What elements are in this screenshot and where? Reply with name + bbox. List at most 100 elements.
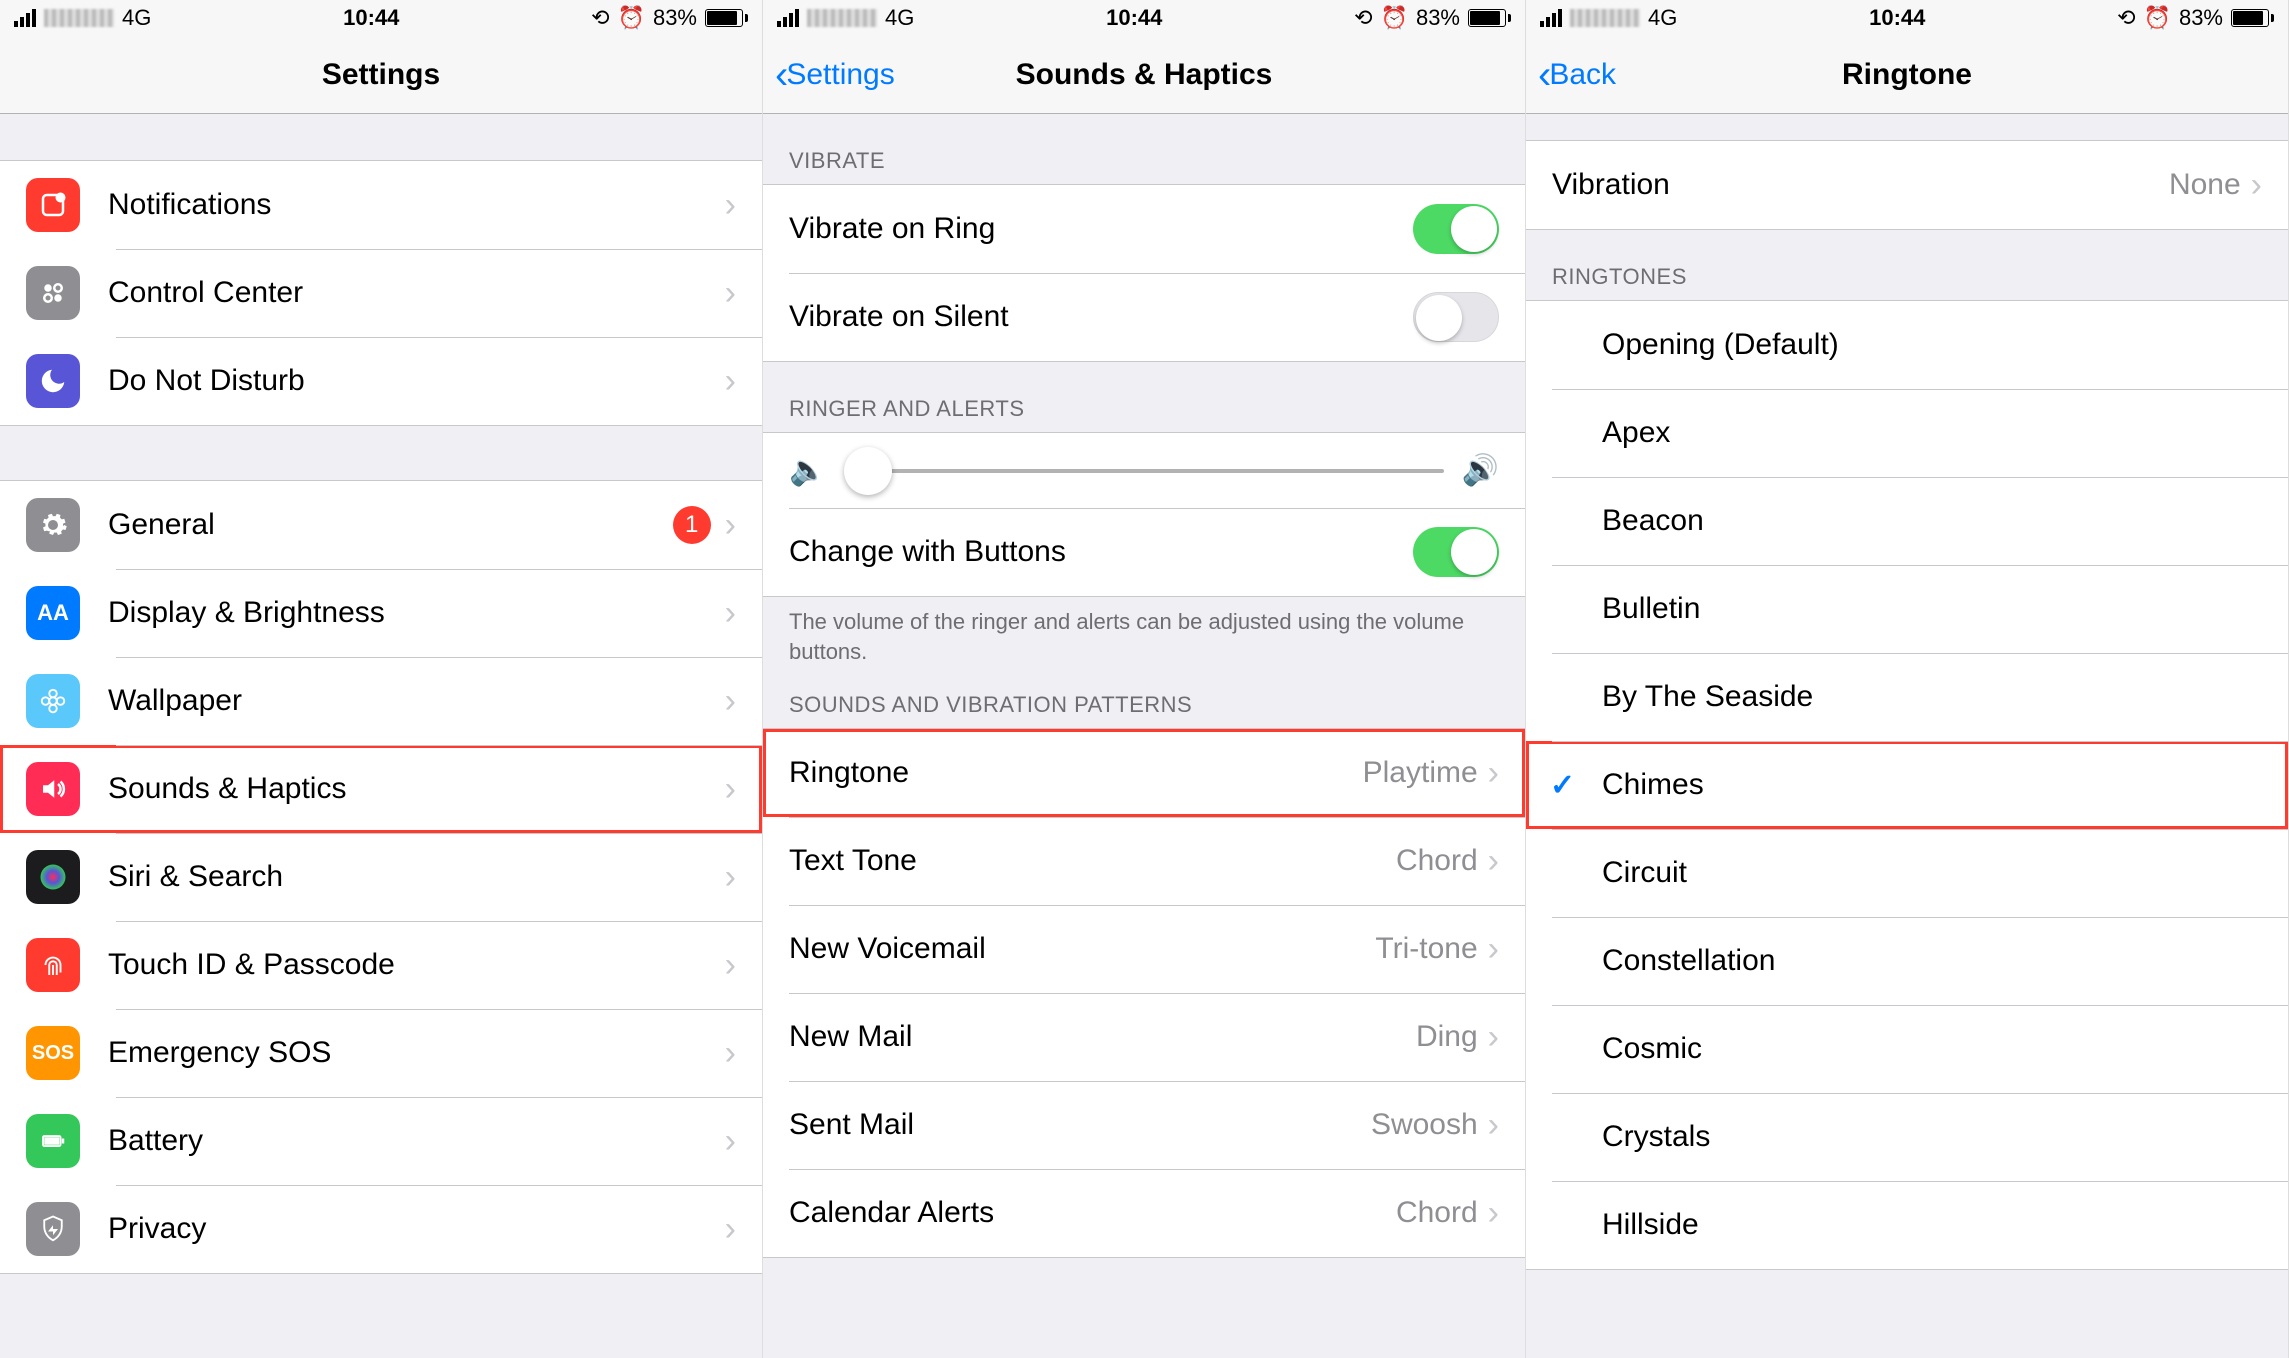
page-title: Ringtone xyxy=(1526,58,2288,92)
row-label: Notifications xyxy=(108,188,725,222)
pattern-row-ringtone[interactable]: RingtonePlaytime› xyxy=(763,729,1525,817)
row-label: New Mail xyxy=(789,1020,1416,1054)
row-label: Hillside xyxy=(1602,1208,2262,1242)
chevron-right-icon: › xyxy=(725,362,736,401)
pattern-row-calendar-alerts[interactable]: Calendar AlertsChord› xyxy=(763,1169,1525,1257)
battery-pct: 83% xyxy=(1416,5,1460,31)
settings-row-wallpaper[interactable]: Wallpaper› xyxy=(0,657,762,745)
battery-icon xyxy=(26,1114,80,1168)
chevron-right-icon: › xyxy=(725,1122,736,1161)
chevron-right-icon: › xyxy=(725,682,736,721)
settings-row-siri-search[interactable]: Siri & Search› xyxy=(0,833,762,921)
row-label: Siri & Search xyxy=(108,860,725,894)
battery-icon xyxy=(2231,9,2274,27)
settings-row-general[interactable]: General1› xyxy=(0,481,762,569)
row-label: Wallpaper xyxy=(108,684,725,718)
settings-row-privacy[interactable]: Privacy› xyxy=(0,1185,762,1273)
row-label: Text Tone xyxy=(789,844,1396,878)
alarm-icon: ⏰ xyxy=(2144,5,2171,31)
settings-row-display-brightness[interactable]: AADisplay & Brightness› xyxy=(0,569,762,657)
carrier-blur xyxy=(807,9,877,27)
pattern-row-text-tone[interactable]: Text ToneChord› xyxy=(763,817,1525,905)
status-time: 10:44 xyxy=(343,5,399,31)
chevron-right-icon: › xyxy=(1488,754,1499,793)
back-button[interactable]: ‹ Back xyxy=(1526,55,1616,95)
change-with-buttons-toggle[interactable] xyxy=(1413,527,1499,577)
ringer-volume-row[interactable]: 🔈 🔊 xyxy=(763,433,1525,508)
row-label: Constellation xyxy=(1602,944,2262,978)
row-label: Circuit xyxy=(1602,856,2262,890)
row-detail: Ding xyxy=(1416,1020,1478,1054)
battery-pct: 83% xyxy=(2179,5,2223,31)
vibration-row[interactable]: Vibration None › xyxy=(1526,141,2288,229)
cc-icon xyxy=(26,266,80,320)
battery-pct: 83% xyxy=(653,5,697,31)
chevron-right-icon: › xyxy=(725,594,736,633)
row-detail: Tri-tone xyxy=(1375,932,1477,966)
volume-low-icon: 🔈 xyxy=(789,453,826,488)
vibrate-on-ring-toggle[interactable] xyxy=(1413,204,1499,254)
back-button[interactable]: ‹ Settings xyxy=(763,55,895,95)
ringtone-row-hillside[interactable]: Hillside xyxy=(1526,1181,2288,1269)
network-type: 4G xyxy=(122,5,151,31)
settings-row-notifications[interactable]: Notifications› xyxy=(0,161,762,249)
ringtone-row-by-the-seaside[interactable]: By The Seaside xyxy=(1526,653,2288,741)
pattern-row-new-voicemail[interactable]: New VoicemailTri-tone› xyxy=(763,905,1525,993)
row-label: Sent Mail xyxy=(789,1108,1371,1142)
settings-row-control-center[interactable]: Control Center› xyxy=(0,249,762,337)
row-label: Crystals xyxy=(1602,1120,2262,1154)
ringtone-row-chimes[interactable]: ✓Chimes xyxy=(1526,741,2288,829)
display-icon: AA xyxy=(26,586,80,640)
sounds-haptics-screen: 4G 10:44 ⟲ ⏰ 83% ‹ Settings Sounds & Hap… xyxy=(763,0,1526,1358)
pattern-row-new-mail[interactable]: New MailDing › xyxy=(763,993,1525,1081)
row-label: Vibrate on Ring xyxy=(789,212,1413,246)
section-header-vibrate: VIBRATE xyxy=(763,114,1525,184)
row-label: Ringtone xyxy=(789,756,1363,790)
settings-row-battery[interactable]: Battery› xyxy=(0,1097,762,1185)
settings-row-do-not-disturb[interactable]: Do Not Disturb› xyxy=(0,337,762,425)
row-label: Vibrate on Silent xyxy=(789,300,1413,334)
ringtone-row-bulletin[interactable]: Bulletin xyxy=(1526,565,2288,653)
chevron-right-icon: › xyxy=(725,274,736,313)
chevron-right-icon: › xyxy=(1488,1194,1499,1233)
battery-icon xyxy=(705,9,748,27)
settings-row-sounds-haptics[interactable]: Sounds & Haptics› xyxy=(0,745,762,833)
ringtone-screen: 4G 10:44 ⟲ ⏰ 83% ‹ Back Ringtone Vibrati… xyxy=(1526,0,2289,1358)
chevron-right-icon: › xyxy=(1488,1018,1499,1057)
status-time: 10:44 xyxy=(1869,5,1925,31)
vibrate-on-silent-toggle[interactable] xyxy=(1413,292,1499,342)
carrier-blur xyxy=(1570,9,1640,27)
row-label: Opening (Default) xyxy=(1602,328,2262,362)
status-bar: 4G 10:44 ⟲ ⏰ 83% xyxy=(0,0,762,36)
section-header-patterns: SOUNDS AND VIBRATION PATTERNS xyxy=(763,676,1525,728)
ringtone-row-cosmic[interactable]: Cosmic xyxy=(1526,1005,2288,1093)
ringtone-row-apex[interactable]: Apex xyxy=(1526,389,2288,477)
ringtone-row-constellation[interactable]: Constellation xyxy=(1526,917,2288,1005)
touchid-icon xyxy=(26,938,80,992)
ringtone-row-opening-default-[interactable]: Opening (Default) xyxy=(1526,301,2288,389)
nav-header: ‹ Settings Sounds & Haptics xyxy=(763,36,1525,114)
row-label: Change with Buttons xyxy=(789,535,1413,569)
vibrate-on-silent-row[interactable]: Vibrate on Silent xyxy=(763,273,1525,361)
chevron-right-icon: › xyxy=(725,946,736,985)
row-label: Bulletin xyxy=(1602,592,2262,626)
signal-icon xyxy=(777,9,799,27)
settings-row-emergency-sos[interactable]: SOSEmergency SOS› xyxy=(0,1009,762,1097)
chevron-right-icon: › xyxy=(725,506,736,545)
row-label: Apex xyxy=(1602,416,2262,450)
pattern-row-sent-mail[interactable]: Sent MailSwoosh› xyxy=(763,1081,1525,1169)
ringtone-row-circuit[interactable]: Circuit xyxy=(1526,829,2288,917)
row-label: By The Seaside xyxy=(1602,680,2262,714)
notif-icon xyxy=(26,178,80,232)
vibrate-on-ring-row[interactable]: Vibrate on Ring xyxy=(763,185,1525,273)
ringer-volume-slider[interactable] xyxy=(844,469,1443,473)
row-label: New Voicemail xyxy=(789,932,1375,966)
row-label: Do Not Disturb xyxy=(108,364,725,398)
row-label: Emergency SOS xyxy=(108,1036,725,1070)
orientation-lock-icon: ⟲ xyxy=(591,5,609,31)
nav-header: ‹ Back Ringtone xyxy=(1526,36,2288,114)
ringtone-row-crystals[interactable]: Crystals xyxy=(1526,1093,2288,1181)
change-with-buttons-row[interactable]: Change with Buttons xyxy=(763,508,1525,596)
ringtone-row-beacon[interactable]: Beacon xyxy=(1526,477,2288,565)
settings-row-touch-id-passcode[interactable]: Touch ID & Passcode› xyxy=(0,921,762,1009)
